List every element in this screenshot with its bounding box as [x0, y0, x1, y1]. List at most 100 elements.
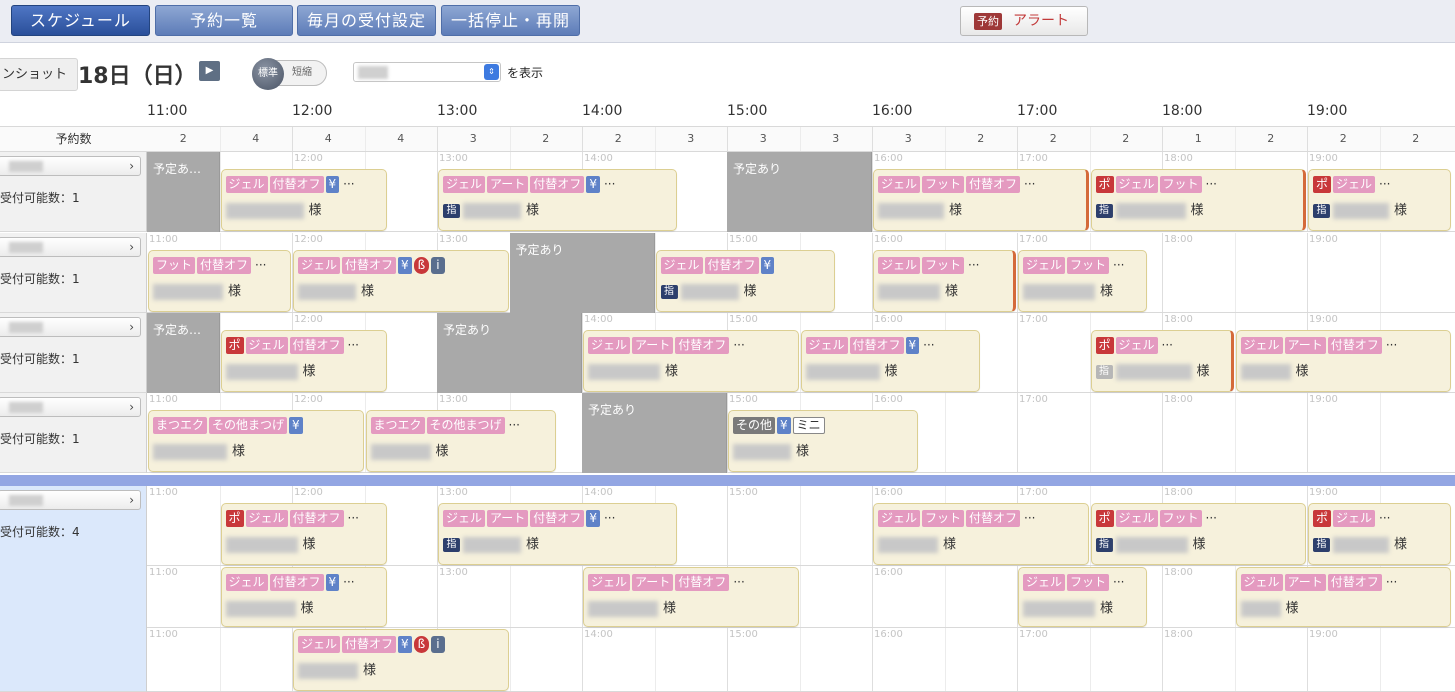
hour-label-1900: 19:00: [1307, 103, 1348, 119]
service-tag: ¥: [760, 257, 775, 274]
customer-name: 様: [1023, 599, 1113, 619]
appointment-card[interactable]: ポジェル 付替オフ ··· 様: [220, 330, 387, 392]
nominated-badge-icon: 指: [1095, 538, 1113, 552]
staff-select-button[interactable]: ›: [0, 317, 141, 337]
service-tags: ジェル フット ···: [878, 257, 983, 275]
service-tag: アート: [487, 176, 529, 193]
customer-name-blurred: [1023, 601, 1095, 617]
appointment-card[interactable]: ポジェル ··· 指様: [1308, 169, 1451, 231]
nav-schedule-tab[interactable]: スケジュール: [11, 5, 150, 36]
service-tags: フット 付替オフ ···: [153, 257, 270, 275]
customer-name-blurred: [298, 284, 356, 300]
appointment-card[interactable]: ポジェル ··· 指様: [1308, 503, 1451, 565]
appointment-card[interactable]: ジェル 付替オフ ¥ ··· 様: [800, 330, 980, 392]
appointment-card[interactable]: ジェル アート 付替オフ ··· 様: [1235, 567, 1451, 627]
service-tag: ···: [1024, 177, 1036, 191]
appointment-card[interactable]: ジェル フット 付替オフ ··· 様: [873, 169, 1089, 231]
appointment-card[interactable]: ジェル アート 付替オフ ··· 様: [1235, 330, 1451, 392]
time-tick: 18:00: [1164, 567, 1193, 578]
appointment-card[interactable]: まつエク その他まつげ ¥ 様: [148, 410, 364, 472]
time-tick: 18:00: [1164, 314, 1193, 325]
nav-reservation-list-tab[interactable]: 予約一覧: [155, 5, 293, 36]
screenshot-button[interactable]: ンショット: [0, 58, 78, 91]
toggle-short[interactable]: 短縮: [292, 61, 312, 85]
appointment-card[interactable]: ジェル 付替オフ ¥ 指様: [655, 250, 835, 312]
time-tick: 11:00: [149, 629, 178, 640]
customer-name: 指様: [1313, 201, 1407, 221]
service-tags: まつエク その他まつげ ···: [370, 417, 524, 435]
nav-bulk-stop-resume-tab[interactable]: 一括停止・再開: [441, 5, 580, 36]
count-gridline: [582, 127, 583, 151]
next-day-button[interactable]: ▶: [199, 61, 220, 81]
customer-name: 指様: [1313, 535, 1407, 555]
service-tag: フット: [1159, 176, 1202, 193]
appointment-card[interactable]: ジェル フット ··· 様: [1018, 250, 1147, 312]
appointment-card[interactable]: ジェル 付替オフ ¥ ß i 様: [293, 629, 509, 691]
customer-name-blurred: [1333, 203, 1389, 219]
time-tick: 15:00: [729, 234, 758, 245]
staff-select-button[interactable]: ›: [0, 156, 141, 176]
service-tag: ジェル: [1333, 510, 1376, 527]
staff-select-button[interactable]: ›: [0, 397, 141, 417]
service-tag: ジェル: [298, 257, 341, 274]
time-tick: 19:00: [1309, 394, 1338, 405]
appointment-card[interactable]: ジェル フット ··· 様: [1018, 567, 1147, 627]
reservation-count-cell: 4: [397, 132, 405, 145]
service-tag: ポ: [1095, 176, 1114, 193]
service-tag: ¥: [325, 574, 340, 591]
staff-name-blurred: [9, 402, 43, 413]
service-tag: 付替オフ: [269, 574, 324, 591]
service-tag: ジェル: [245, 337, 288, 354]
honorific: 様: [743, 284, 757, 299]
service-tag: ジェル: [1240, 574, 1283, 591]
appointment-card[interactable]: その他 ¥ ミニ様: [728, 410, 919, 472]
staff-select-button[interactable]: ›: [0, 490, 141, 510]
customer-name: 様: [1240, 362, 1309, 382]
time-tick: 17:00: [1019, 234, 1048, 245]
appointment-card[interactable]: フット 付替オフ ··· 様: [148, 250, 291, 312]
nominated-badge-icon: 指: [1313, 538, 1330, 552]
appointment-card[interactable]: ポジェル フット ··· 指様: [1090, 169, 1306, 231]
busy-block: 予定あ…: [147, 313, 220, 393]
time-tick: 17:00: [1019, 629, 1048, 640]
time-tick: 15:00: [729, 314, 758, 325]
appointment-card[interactable]: ジェル フット 付替オフ ··· 様: [873, 503, 1089, 565]
service-tags: ジェル フット 付替オフ ···: [878, 176, 1040, 194]
service-tag: ジェル: [1240, 337, 1283, 354]
service-tag: フット: [922, 257, 965, 274]
honorific: 様: [232, 444, 246, 459]
reservation-count-cell: 3: [687, 132, 695, 145]
appointment-card[interactable]: ジェル 付替オフ ¥ ··· 様: [220, 567, 387, 627]
timeline-lane: 11:0012:0013:0014:0015:0016:0017:0018:00…: [147, 152, 1455, 232]
top-navigation: スケジュール 予約一覧 毎月の受付設定 一括停止・再開 予約 アラート: [0, 0, 1455, 43]
appointment-card[interactable]: ジェル アート 付替オフ ¥ ··· 指様: [438, 503, 678, 565]
staff-select-button[interactable]: ›: [0, 237, 141, 257]
appointment-card[interactable]: ポジェル 付替オフ ··· 様: [220, 503, 387, 565]
appointment-card[interactable]: ジェル アート 付替オフ ··· 様: [583, 330, 799, 392]
busy-block: 予定あり: [727, 152, 872, 232]
service-tags: ポジェル フット ···: [1095, 176, 1222, 194]
service-tag: その他まつげ: [209, 417, 288, 434]
gridline: [1307, 233, 1308, 313]
service-tags: ポジェル ···: [1095, 337, 1177, 355]
service-tag: ジェル: [1023, 574, 1066, 591]
appointment-card[interactable]: ジェル 付替オフ ¥ ß i 様: [293, 250, 509, 312]
appointment-card[interactable]: ジェル アート 付替オフ ¥ ··· 指様: [438, 169, 678, 231]
gridline: [944, 628, 946, 692]
service-tag: フット: [922, 176, 965, 193]
service-tags: ジェル アート 付替オフ ···: [588, 574, 749, 592]
appointment-card[interactable]: まつエク その他まつげ ··· 様: [365, 410, 556, 472]
appointment-card[interactable]: ポジェル ··· 指様: [1090, 330, 1234, 392]
display-select[interactable]: ⇕: [353, 62, 501, 82]
view-mode-toggle[interactable]: 標準 短縮: [252, 58, 327, 90]
nav-monthly-settings-tab[interactable]: 毎月の受付設定: [297, 5, 436, 36]
appointment-card[interactable]: ポジェル フット ··· 指様: [1090, 503, 1306, 565]
toggle-standard[interactable]: 標準: [252, 58, 284, 90]
reservation-alert-button[interactable]: 予約 アラート: [960, 6, 1088, 36]
appointment-card[interactable]: ジェル アート 付替オフ ··· 様: [583, 567, 799, 627]
appointment-card[interactable]: ジェル 付替オフ ¥ ··· 様: [220, 169, 387, 231]
service-tags: ジェル アート 付替オフ ¥ ···: [443, 176, 619, 194]
service-tag: 付替オフ: [289, 337, 344, 354]
service-tag: 付替オフ: [966, 510, 1021, 527]
appointment-card[interactable]: ジェル フット ··· 様: [873, 250, 1016, 312]
